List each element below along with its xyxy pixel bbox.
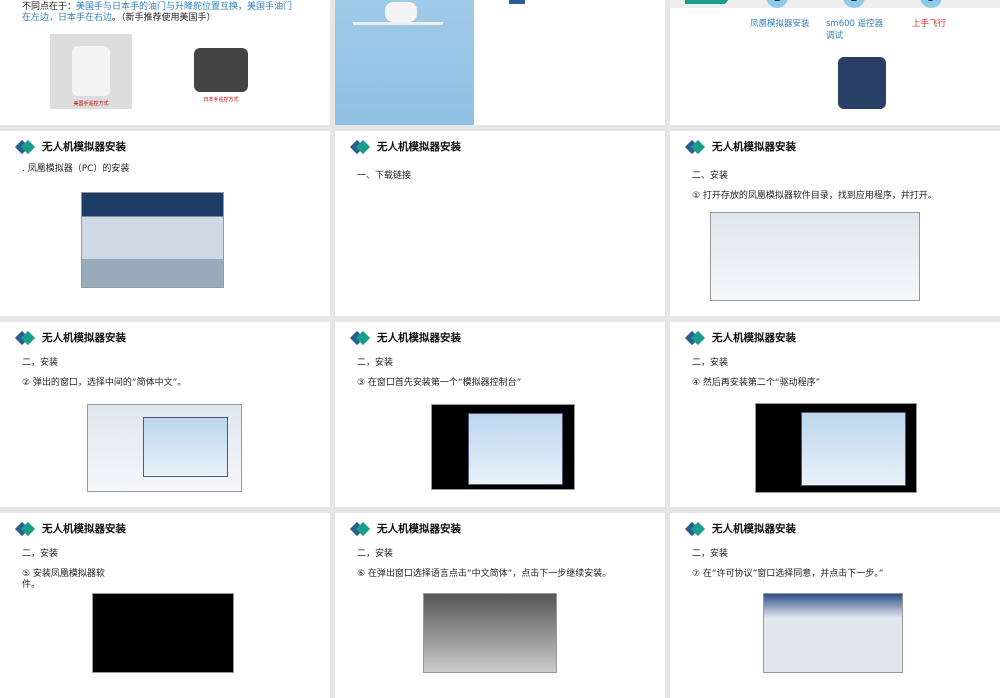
slide-6[interactable]: 无人机模拟器安装 二、安装 ① 打开存放的凤凰模拟器软件目录，找到应用程序，并打…: [670, 131, 1000, 316]
slide-title: 无人机模拟器安装: [42, 523, 126, 535]
slide-4[interactable]: 无人机模拟器安装 . 凤凰模拟器（PC）的安装: [0, 131, 330, 316]
slide-text: ① 打开存放的凤凰模拟器软件目录，找到应用程序，并打开。: [692, 191, 937, 201]
installer-screenshot: [92, 593, 234, 673]
slide-title: 无人机模拟器安装: [712, 141, 796, 153]
diamond-logo-icon: [684, 521, 706, 536]
slide-10[interactable]: 无人机模拟器安装 二，安装 ⑤ 安装凤凰模拟器软件。: [0, 513, 330, 698]
slide-subtitle: 二，安装: [22, 358, 59, 368]
slide-12[interactable]: 无人机模拟器安装 二，安装 ⑦ 在“许可协议”窗口选择同意，并点击下一步。”: [670, 513, 1000, 698]
phoenix-simulator-screenshot: [81, 192, 224, 288]
slide-text: ② 弹出的窗口，选择中间的“简体中文”。: [22, 378, 187, 388]
slide-3[interactable]: 1 2 3 凤凰模拟器安装 sm600 遥控器调试 上手飞行: [670, 0, 1000, 125]
license-agreement-screenshot: [763, 593, 903, 673]
installer-screenshot: [431, 404, 575, 490]
slide-9[interactable]: 无人机模拟器安装 二，安装 ④ 然后再安装第二个“驱动程序”: [670, 322, 1000, 507]
language-dialog-screenshot: [87, 404, 242, 492]
drone-photo: [335, 0, 474, 125]
slide-title: 无人机模拟器安装: [42, 332, 126, 344]
slide-subtitle: 二、安装: [692, 171, 729, 181]
slide-text: ⑦ 在“许可协议”窗口选择同意，并点击下一步。”: [692, 569, 884, 579]
slide-subtitle: 二，安装: [692, 549, 729, 559]
sm600-controller-image: [838, 57, 886, 109]
diamond-logo-icon: [14, 330, 36, 345]
diamond-logo-icon: [349, 521, 371, 536]
slide-title: 无人机模拟器安装: [377, 523, 461, 535]
slide-subtitle: 二，安装: [357, 358, 394, 368]
diamond-logo-icon: [349, 330, 371, 345]
step-2-label: sm600 遥控器调试: [826, 19, 884, 41]
slide-text: . 凤凰模拟器（PC）的安装: [22, 164, 130, 174]
slide-text: ③ 在窗口首先安装第一个“模拟器控制台”: [357, 378, 522, 388]
slide-subtitle: 二，安装: [692, 358, 729, 368]
file-explorer-screenshot: [710, 212, 920, 301]
slide-text: 不同点在于：美国手与日本手的油门与升降舵位置互换，美国手油门 在左边，日本手在右…: [22, 2, 293, 23]
language-select-screenshot: [423, 593, 557, 673]
slide-text: 一、下载链接: [357, 171, 412, 181]
slide-title: 无人机模拟器安装: [712, 332, 796, 344]
slide-title: 无人机模拟器安装: [377, 141, 461, 153]
diamond-logo-icon: [684, 330, 706, 345]
slide-title: 无人机模拟器安装: [377, 332, 461, 344]
installer-screenshot: [755, 403, 917, 493]
slide-1[interactable]: 不同点在于：美国手与日本手的油门与升降舵位置互换，美国手油门 在左边，日本手在右…: [0, 0, 330, 125]
diamond-logo-icon: [684, 139, 706, 154]
slide-text: ④ 然后再安装第二个“驱动程序”: [692, 378, 821, 388]
slide-2[interactable]: [335, 0, 665, 125]
slide-5[interactable]: 无人机模拟器安装 一、下载链接: [335, 131, 665, 316]
slide-text: ⑤ 安装凤凰模拟器软件。: [22, 569, 105, 590]
slide-7[interactable]: 无人机模拟器安装 二，安装 ② 弹出的窗口，选择中间的“简体中文”。: [0, 322, 330, 507]
japanese-mode-controller-image: 日本手遥控方式: [190, 40, 252, 105]
slide-subtitle: 二，安装: [357, 549, 394, 559]
american-mode-controller-image: 美国手遥控方式: [50, 34, 132, 109]
diamond-logo-icon: [14, 139, 36, 154]
slide-8[interactable]: 无人机模拟器安装 二，安装 ③ 在窗口首先安装第一个“模拟器控制台”: [335, 322, 665, 507]
slide-text: ⑥ 在弹出窗口选择语言点击“中文简体”，点击下一步继续安装。: [357, 569, 612, 579]
slide-11[interactable]: 无人机模拟器安装 二，安装 ⑥ 在弹出窗口选择语言点击“中文简体”，点击下一步继…: [335, 513, 665, 698]
step-1-label: 凤凰模拟器安装: [750, 19, 810, 29]
diamond-logo-icon: [349, 139, 371, 154]
step-3-label: 上手飞行: [912, 19, 947, 29]
diamond-logo-icon: [14, 521, 36, 536]
slide-subtitle: 二，安装: [22, 549, 59, 559]
slide-title: 无人机模拟器安装: [712, 523, 796, 535]
decorative-shape: [509, 0, 525, 4]
slide-title: 无人机模拟器安装: [42, 141, 126, 153]
